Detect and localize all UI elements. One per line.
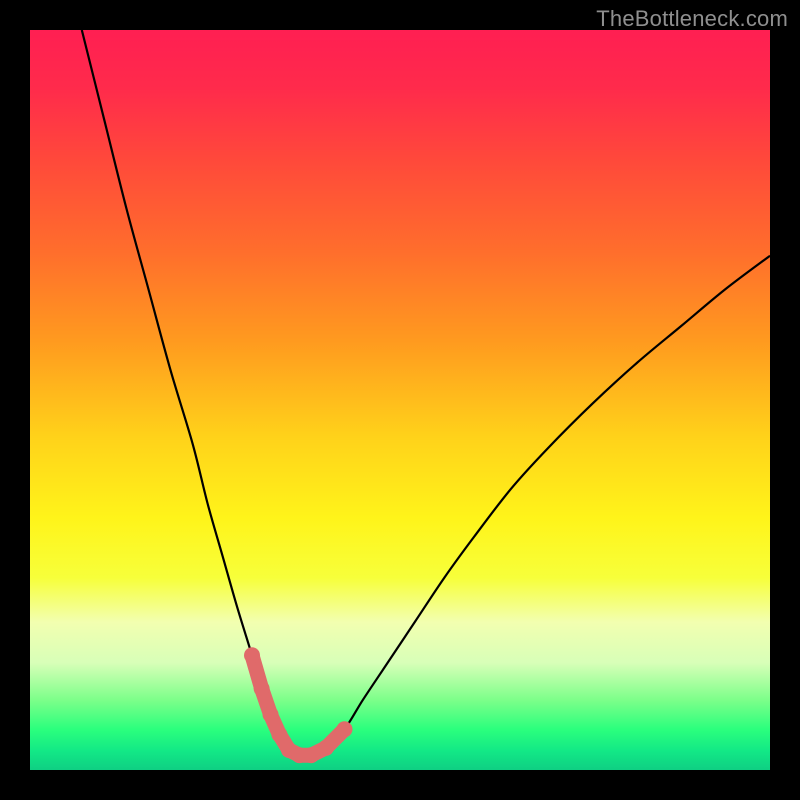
plot-area — [30, 30, 770, 770]
highlight-dot — [318, 740, 334, 756]
gradient-background — [30, 30, 770, 770]
highlight-dot — [263, 707, 279, 723]
chart-svg — [30, 30, 770, 770]
highlight-dot — [254, 681, 270, 697]
chart-frame: TheBottleneck.com — [0, 0, 800, 800]
highlight-dot — [271, 726, 287, 742]
watermark-text: TheBottleneck.com — [596, 6, 788, 32]
highlight-dot — [303, 747, 319, 763]
highlight-dot — [244, 647, 260, 663]
highlight-dot — [337, 721, 353, 737]
